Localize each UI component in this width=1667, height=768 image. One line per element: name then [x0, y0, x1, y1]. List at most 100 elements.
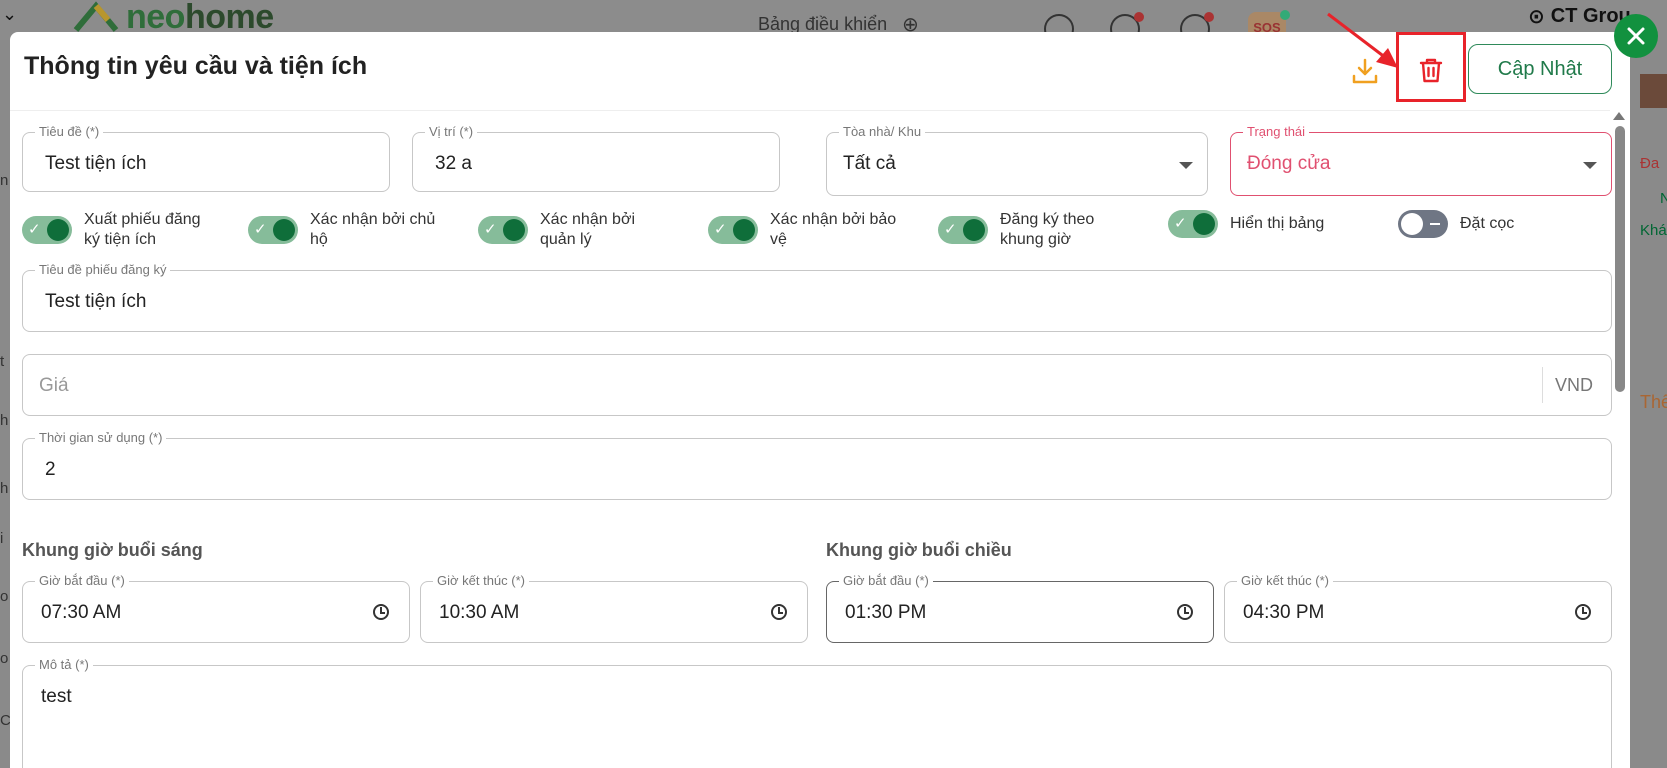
duration-label: Thời gian sử dụng (*) — [35, 430, 167, 446]
toggle-manager-confirm: ✓ Xác nhận bởi quản lý — [478, 210, 670, 250]
title-field[interactable]: Tiêu đề (*) Test tiện ích — [22, 124, 390, 192]
dash-icon — [1430, 223, 1440, 225]
clock-icon[interactable] — [1575, 604, 1591, 620]
trash-icon — [1419, 58, 1443, 83]
utility-info-modal: Thông tin yêu cầu và tiện ích Cập Nhật T… — [10, 32, 1630, 768]
edge-text: o — [0, 650, 9, 667]
toggle-label: Xuất phiếu đăng ký tiện ích — [84, 211, 201, 248]
scroll-up-arrow-icon[interactable] — [1613, 112, 1625, 120]
status-label: Trạng thái — [1243, 124, 1310, 140]
toggle-switch[interactable]: ✓ — [22, 216, 72, 244]
brand-logo: neohome — [72, 0, 274, 36]
toggle-switch[interactable]: ✓ — [708, 216, 758, 244]
title-label: Tiêu đề (*) — [35, 124, 104, 140]
toggle-knob — [47, 219, 69, 241]
toggle-guard-confirm: ✓ Xác nhận bởi bảo vệ — [708, 210, 900, 250]
location-label: Vị trí (*) — [425, 124, 478, 140]
edge-text: h — [0, 480, 9, 497]
building-label: Tòa nhà/ Khu — [839, 124, 926, 140]
toggle-label: Xác nhận bởi bảo vệ — [770, 211, 897, 248]
edge-text: Đa — [1640, 155, 1660, 172]
morning-end-value: 10:30 AM — [439, 602, 520, 623]
afternoon-section-title: Khung giờ buổi chiều — [826, 540, 1012, 560]
status-select[interactable]: Trạng thái Đóng cửa — [1230, 124, 1612, 196]
afternoon-start-field[interactable]: Giờ bắt đầu (*) 01:30 PM — [826, 573, 1214, 643]
toggle-label: Xác nhận bởi quản lý — [540, 211, 635, 248]
building-select[interactable]: Tòa nhà/ Khu Tất cả — [826, 124, 1208, 196]
edge-text: C — [0, 712, 11, 729]
clock-icon[interactable] — [1177, 604, 1193, 620]
clock-icon[interactable] — [373, 604, 389, 620]
toggle-knob — [273, 219, 295, 241]
edge-text: N — [1660, 190, 1667, 207]
toggle-deposit: Đặt cọc — [1398, 210, 1590, 238]
title-value: Test tiện ích — [45, 153, 147, 174]
check-icon: ✓ — [484, 221, 497, 238]
edge-text: o — [0, 588, 9, 605]
menu-chevron-icon: ⌄ — [2, 4, 18, 24]
toggle-knob — [963, 219, 985, 241]
morning-start-label: Giờ bắt đầu (*) — [35, 573, 129, 589]
header-divider — [10, 110, 1610, 111]
morning-end-field[interactable]: Giờ kết thúc (*) 10:30 AM — [420, 573, 808, 643]
toggle-knob — [1193, 213, 1215, 235]
toggle-label: Đặt cọc — [1460, 215, 1515, 232]
afternoon-start-label: Giờ bắt đầu (*) — [839, 573, 933, 589]
edge-text: h — [0, 412, 9, 429]
toggle-show-board: ✓ Hiển thị bảng — [1168, 210, 1360, 238]
morning-start-field[interactable]: Giờ bắt đầu (*) 07:30 AM — [22, 573, 410, 643]
description-field[interactable]: Mô tả (*) test — [22, 657, 1612, 768]
toggle-switch[interactable]: ✓ — [248, 216, 298, 244]
house-logo-icon — [72, 0, 120, 34]
check-icon: ✓ — [28, 221, 41, 238]
toggle-label: Hiển thị bảng — [1230, 215, 1325, 232]
check-icon: ✓ — [1174, 215, 1187, 232]
location-value: 32 a — [435, 153, 472, 174]
notification-dot — [1134, 12, 1144, 22]
edge-text: Thế — [1640, 392, 1667, 412]
chevron-down-icon — [1179, 162, 1193, 169]
close-modal-button[interactable] — [1614, 14, 1658, 58]
toggle-switch[interactable] — [1398, 210, 1448, 238]
annotation-arrow — [1327, 12, 1398, 68]
chevron-down-icon — [1583, 162, 1597, 169]
clock-icon[interactable] — [771, 604, 787, 620]
toggle-switch[interactable]: ✓ — [1168, 210, 1218, 238]
delete-button[interactable] — [1413, 52, 1449, 88]
description-value: test — [41, 686, 72, 707]
scrollbar-thumb[interactable] — [1615, 126, 1625, 392]
toggle-knob — [733, 219, 755, 241]
morning-section-title: Khung giờ buổi sáng — [22, 540, 203, 560]
edge-text: i — [0, 530, 4, 547]
edge-text: t — [0, 353, 5, 370]
toggle-owner-confirm: ✓ Xác nhận bởi chủ hộ — [248, 210, 440, 250]
clock-dot — [1204, 12, 1214, 22]
afternoon-end-field[interactable]: Giờ kết thúc (*) 04:30 PM — [1224, 573, 1612, 643]
check-icon: ✓ — [254, 221, 267, 238]
edge-text: Khá — [1640, 222, 1667, 239]
price-field[interactable]: Giá VND — [22, 354, 1612, 416]
duration-value: 2 — [45, 459, 56, 480]
chevron-down-icon: ⊙ — [1528, 6, 1545, 28]
toggle-switch[interactable]: ✓ — [478, 216, 528, 244]
toggle-knob — [1401, 213, 1423, 235]
check-icon: ✓ — [944, 221, 957, 238]
close-icon — [1627, 27, 1645, 45]
location-field[interactable]: Vị trí (*) 32 a — [412, 124, 780, 192]
duration-field[interactable]: Thời gian sử dụng (*) 2 — [22, 430, 1612, 500]
status-value: Đóng cửa — [1247, 153, 1331, 174]
description-label: Mô tả (*) — [35, 657, 93, 673]
toggle-label: Đăng ký theo khung giờ — [1000, 211, 1095, 248]
update-button[interactable]: Cập Nhật — [1468, 44, 1612, 94]
toggle-label: Xác nhận bởi chủ hộ — [310, 211, 436, 248]
background-photo — [1640, 74, 1667, 108]
toggle-switch[interactable]: ✓ — [938, 216, 988, 244]
toggle-time-slot: ✓ Đăng ký theo khung giờ — [938, 210, 1130, 250]
modal-title: Thông tin yêu cầu và tiện ích — [24, 52, 368, 80]
price-suffix-divider — [1542, 367, 1543, 403]
form-title-field[interactable]: Tiêu đề phiếu đăng ký Test tiện ích — [22, 262, 1612, 332]
toggle-export-form: ✓ Xuất phiếu đăng ký tiện ích — [22, 210, 214, 250]
morning-start-value: 07:30 AM — [41, 602, 122, 623]
check-icon: ✓ — [714, 221, 727, 238]
afternoon-end-label: Giờ kết thúc (*) — [1237, 573, 1333, 589]
